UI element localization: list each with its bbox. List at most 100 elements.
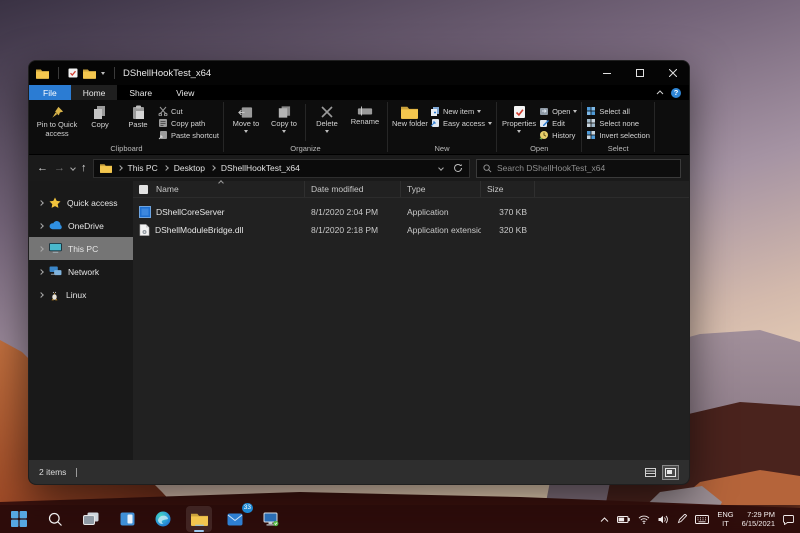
language-indicator[interactable]: ENG IT <box>717 510 733 529</box>
crumb-desktop[interactable]: Desktop <box>174 163 205 173</box>
remote-pc-button[interactable] <box>258 506 284 532</box>
crumb-this-pc[interactable]: This PC <box>128 163 158 173</box>
move-to-button[interactable]: Move to <box>228 102 264 143</box>
expand-chevron-icon[interactable] <box>38 246 44 252</box>
volume-icon[interactable] <box>658 515 669 524</box>
delete-button[interactable]: Delete <box>309 102 345 143</box>
large-icons-view-button[interactable] <box>662 465 679 480</box>
help-icon[interactable]: ? <box>671 88 681 98</box>
title-bar[interactable]: DShellHookTest_x64 <box>29 61 689 85</box>
copy-icon <box>93 105 107 120</box>
paste-button[interactable]: Paste <box>120 102 156 143</box>
task-view-button[interactable] <box>78 506 104 532</box>
qat-properties-icon[interactable] <box>68 68 78 78</box>
invert-selection-button[interactable]: Invert selection <box>586 130 649 140</box>
tab-file[interactable]: File <box>29 85 71 100</box>
column-headers: Name Date modified Type Size <box>133 181 689 198</box>
expand-chevron-icon[interactable] <box>38 269 44 275</box>
pen-icon[interactable] <box>677 514 687 524</box>
back-icon[interactable]: ← <box>37 163 48 174</box>
widgets-button[interactable] <box>114 506 140 532</box>
start-button[interactable] <box>6 506 32 532</box>
up-icon[interactable]: ↑ <box>81 163 87 174</box>
notification-center-icon[interactable] <box>783 514 794 525</box>
file-row[interactable]: DShellCoreServer 8/1/2020 2:04 PM Applic… <box>133 203 689 221</box>
edit-button[interactable]: Edit <box>539 118 577 128</box>
recent-locations-icon[interactable] <box>70 165 76 171</box>
cut-button[interactable]: Cut <box>158 106 219 116</box>
search-input[interactable] <box>497 163 674 173</box>
rename-button[interactable]: Rename <box>347 102 383 143</box>
breadcrumb[interactable]: This PC Desktop DShellHookTest_x64 <box>93 159 471 178</box>
window-title: DShellHookTest_x64 <box>123 68 211 79</box>
clock[interactable]: 7:29 PM 6/15/2021 <box>742 510 775 529</box>
copy-path-button[interactable]: Copy path <box>158 118 219 128</box>
widgets-icon <box>120 512 135 526</box>
rename-icon <box>357 105 373 117</box>
tab-view[interactable]: View <box>164 85 206 100</box>
new-folder-button[interactable]: New folder <box>392 102 428 143</box>
file-explorer-button[interactable] <box>186 506 212 532</box>
minimize-button[interactable] <box>590 61 623 85</box>
maximize-button[interactable] <box>623 61 656 85</box>
paste-shortcut-button[interactable]: Paste shortcut <box>158 130 219 140</box>
tab-share[interactable]: Share <box>117 85 164 100</box>
select-all-checkbox[interactable] <box>139 185 148 194</box>
paste-icon <box>132 105 145 120</box>
close-button[interactable] <box>656 61 689 85</box>
sidebar-item-network[interactable]: Network <box>29 260 133 283</box>
tray-expand-chevron-icon[interactable] <box>600 517 609 522</box>
history-button[interactable]: History <box>539 130 577 140</box>
divider <box>58 67 59 79</box>
details-view-button[interactable] <box>642 465 659 480</box>
paste-shortcut-icon <box>158 130 168 140</box>
expand-chevron-icon[interactable] <box>38 292 44 298</box>
sidebar-item-quick-access[interactable]: Quick access <box>29 191 133 214</box>
taskbar-search-button[interactable] <box>42 506 68 532</box>
select-none-icon <box>586 118 596 128</box>
column-header-date-modified[interactable]: Date modified <box>305 181 401 197</box>
properties-button[interactable]: Properties <box>501 102 537 143</box>
file-row[interactable]: DShellModuleBridge.dll 8/1/2020 2:18 PM … <box>133 221 689 239</box>
qat-customize-caret-icon[interactable] <box>101 72 105 75</box>
group-clipboard: Pin to Quick access Copy Paste Cut <box>31 100 222 154</box>
column-header-size[interactable]: Size <box>481 181 535 197</box>
open-button[interactable]: Open <box>539 106 577 116</box>
edit-icon <box>539 118 549 128</box>
address-dropdown-icon[interactable] <box>438 165 444 171</box>
group-label-open: Open <box>501 143 577 154</box>
expand-chevron-icon[interactable] <box>38 200 44 206</box>
item-count: 2 items <box>39 467 66 477</box>
move-to-icon <box>238 105 253 119</box>
collapse-ribbon-icon[interactable] <box>656 90 664 95</box>
battery-icon[interactable] <box>617 516 630 523</box>
easy-access-button[interactable]: Easy access <box>430 118 492 128</box>
new-item-button[interactable]: New item <box>430 106 492 116</box>
copy-button[interactable]: Copy <box>82 102 118 143</box>
mail-button[interactable]: 33 <box>222 506 248 532</box>
sidebar-item-this-pc[interactable]: This PC <box>29 237 133 260</box>
edge-button[interactable] <box>150 506 176 532</box>
pin-to-quick-access-button[interactable]: Pin to Quick access <box>34 102 80 143</box>
touch-keyboard-icon[interactable] <box>695 515 709 524</box>
crumb-current-folder[interactable]: DShellHookTest_x64 <box>221 163 300 173</box>
sidebar-item-linux[interactable]: Linux <box>29 283 133 306</box>
select-none-button[interactable]: Select none <box>586 118 649 128</box>
search-box[interactable] <box>476 159 681 178</box>
refresh-icon[interactable] <box>453 163 463 173</box>
select-all-button[interactable]: Select all <box>586 106 649 116</box>
properties-caret-icon <box>517 130 521 133</box>
tab-home[interactable]: Home <box>71 85 118 100</box>
group-new: New folder New item Easy access New <box>389 100 495 154</box>
wifi-icon[interactable] <box>638 515 650 524</box>
expand-chevron-icon[interactable] <box>38 223 44 229</box>
divider <box>496 102 497 152</box>
column-header-name[interactable]: Name <box>133 181 305 197</box>
column-header-type[interactable]: Type <box>401 181 481 197</box>
qat-new-folder-icon[interactable] <box>83 68 96 79</box>
sidebar-item-onedrive[interactable]: OneDrive <box>29 214 133 237</box>
properties-icon <box>513 105 526 119</box>
forward-icon[interactable]: → <box>54 163 65 174</box>
copy-path-icon <box>158 118 168 128</box>
copy-to-button[interactable]: Copy to <box>266 102 302 143</box>
